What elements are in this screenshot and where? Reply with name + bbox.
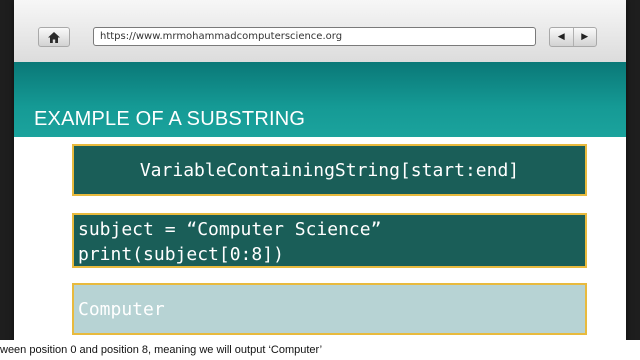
output-text: Computer — [78, 298, 165, 320]
navigation-buttons: ◀ ▶ — [549, 27, 597, 47]
address-bar[interactable]: https://www.mrmohammadcomputerscience.or… — [93, 27, 536, 46]
code-box: subject = “Computer Science” print(subje… — [72, 213, 587, 268]
code-line-assignment: subject = “Computer Science” — [78, 219, 382, 240]
slide: https://www.mrmohammadcomputerscience.or… — [14, 0, 626, 360]
back-button[interactable]: ◀ — [550, 28, 573, 46]
syntax-box: VariableContainingString[start:end] — [72, 144, 587, 196]
browser-toolbar: https://www.mrmohammadcomputerscience.or… — [14, 0, 626, 63]
home-button[interactable] — [38, 27, 70, 47]
video-caption: ween position 0 and position 8, meaning … — [0, 340, 640, 360]
forward-button[interactable]: ▶ — [572, 28, 597, 46]
home-icon — [48, 31, 60, 43]
code-line-print: print(subject[0:8]) — [78, 244, 284, 265]
back-arrow-icon: ◀ — [557, 32, 565, 42]
forward-arrow-icon: ▶ — [581, 32, 589, 42]
syntax-text: VariableContainingString[start:end] — [139, 159, 520, 181]
output-box: Computer — [72, 283, 587, 335]
slide-title: EXAMPLE OF A SUBSTRING — [34, 108, 306, 130]
title-band: EXAMPLE OF A SUBSTRING — [14, 62, 626, 137]
